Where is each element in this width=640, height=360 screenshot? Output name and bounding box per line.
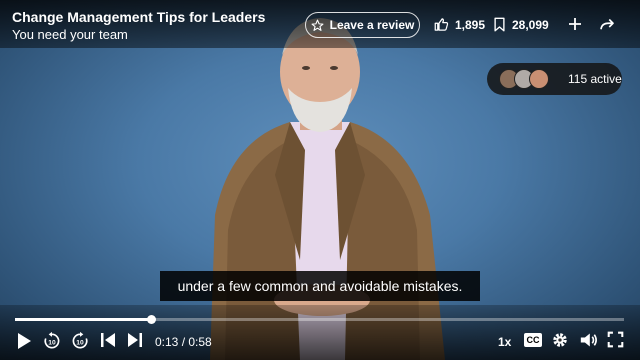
active-count-label: 115 active [568,72,622,86]
like-count: 1,895 [455,17,486,32]
video-subtitle: You need your team [12,27,128,42]
save-count: 28,099 [512,17,549,32]
active-viewers-badge[interactable]: 115 active [487,63,622,95]
plus-icon[interactable] [566,15,584,33]
save-button[interactable]: 28,099 [493,17,549,32]
progress-bar[interactable] [15,315,624,324]
gear-icon[interactable] [551,331,571,351]
forward-10-icon[interactable]: 10 [70,331,90,351]
course-title: Change Management Tips for Leaders [12,9,266,25]
progress-fill [15,318,152,321]
avatar [529,69,549,89]
share-arrow-icon[interactable] [598,15,616,33]
thumbs-up-icon [434,17,449,32]
leave-review-button[interactable]: Leave a review [305,12,420,38]
svg-text:10: 10 [48,339,56,346]
skip-previous-icon[interactable] [99,331,119,351]
play-icon[interactable] [15,331,35,351]
bookmark-icon [493,17,506,32]
volume-icon[interactable] [579,331,599,351]
captions-button[interactable]: CC [524,333,542,347]
controls-bar [0,305,640,360]
time-display: 0:13 / 0:58 [155,335,212,349]
svg-text:10: 10 [76,339,84,346]
star-icon [311,19,324,32]
video-player[interactable]: Change Management Tips for Leaders You n… [0,0,640,360]
fullscreen-icon[interactable] [607,331,627,351]
rewind-10-icon[interactable]: 10 [42,331,62,351]
viewer-avatars [499,69,549,89]
like-button[interactable]: 1,895 [434,17,485,32]
playback-speed-button[interactable]: 1x [498,335,511,349]
leave-review-label: Leave a review [329,18,415,32]
skip-next-icon[interactable] [126,331,146,351]
caption-text: under a few common and avoidable mistake… [160,271,480,301]
